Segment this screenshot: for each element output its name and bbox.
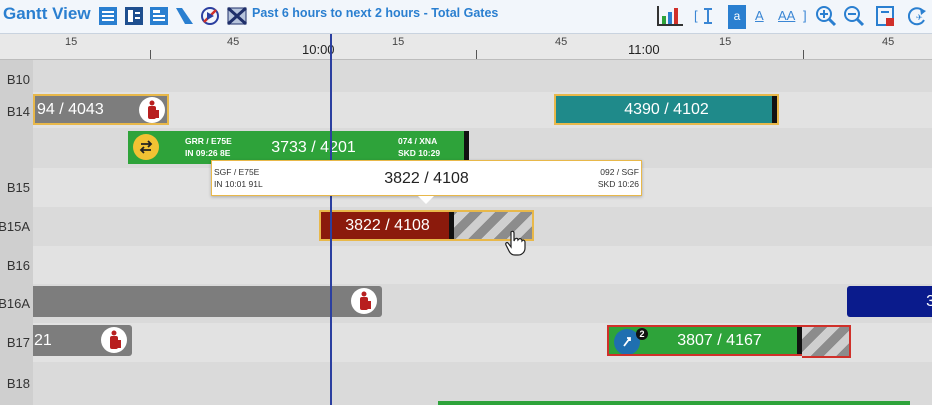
flight-label: 3807 / 4167 bbox=[677, 331, 762, 349]
flight-bar[interactable]: 3822 / 4108 bbox=[319, 210, 454, 241]
print-icon[interactable] bbox=[874, 5, 896, 27]
flight-label: 4390 / 4102 bbox=[624, 100, 709, 118]
list-view-icon[interactable] bbox=[97, 5, 119, 27]
tooltip-flight-label: 3822 / 4108 bbox=[384, 170, 469, 187]
flight-tooltip: SGF / E75E IN 10:01 91L 3822 / 4108 092 … bbox=[211, 160, 642, 196]
flight-label: 3822 / 4108 bbox=[345, 216, 430, 234]
connection-count-badge: 2 bbox=[636, 328, 648, 340]
ruler-tick bbox=[476, 50, 477, 59]
no-flight-icon[interactable] bbox=[199, 5, 221, 27]
text-size-large-button[interactable]: AA bbox=[778, 8, 795, 23]
bracket-close: ] bbox=[803, 8, 807, 23]
gate-label bbox=[0, 128, 33, 168]
ramp-icon[interactable] bbox=[173, 5, 195, 27]
gate-label: B16A bbox=[0, 284, 33, 323]
swap-icon bbox=[133, 134, 159, 160]
baggage-icon bbox=[351, 288, 377, 314]
text-cursor-icon[interactable] bbox=[700, 5, 716, 27]
zoom-out-icon[interactable] bbox=[843, 5, 865, 27]
hand-cursor-icon bbox=[504, 230, 526, 261]
current-time-line bbox=[330, 34, 332, 405]
bar-end-cap bbox=[772, 96, 777, 123]
ruler-tick bbox=[803, 50, 804, 59]
time-range-label[interactable]: Past 6 hours to next 2 hours - Total Gat… bbox=[252, 6, 498, 20]
gate-label: B15A bbox=[0, 207, 33, 246]
flight-bar[interactable]: 21 bbox=[33, 325, 132, 356]
gate-label: B17 bbox=[0, 323, 33, 362]
gate-label: B16 bbox=[0, 246, 33, 285]
flight-destination: 074 / XNA bbox=[398, 136, 438, 146]
ruler-label: 45 bbox=[882, 36, 895, 48]
ruler-label: 45 bbox=[227, 36, 240, 48]
flight-bar[interactable]: 4390 / 4102 bbox=[554, 94, 779, 125]
text-size-small-button[interactable]: a bbox=[728, 5, 746, 29]
ruler-label: 15 bbox=[392, 36, 405, 48]
ruler-label: 11:00 bbox=[628, 42, 660, 57]
gate-label: B15 bbox=[0, 168, 33, 207]
flight-bar[interactable]: 2 3807 / 4167 bbox=[607, 325, 802, 356]
ruler-label: 15 bbox=[65, 36, 78, 48]
turn-buffer-hatch bbox=[802, 325, 851, 358]
flight-bar[interactable]: 3 bbox=[847, 286, 932, 317]
svg-text:✈: ✈ bbox=[916, 13, 923, 22]
flight-label: 21 bbox=[34, 331, 52, 349]
flight-origin: GRR / E75E bbox=[185, 136, 232, 146]
baggage-icon bbox=[101, 327, 127, 353]
tooltip-skd-time: SKD 10:26 bbox=[597, 179, 639, 189]
gate-row: B16 bbox=[0, 246, 932, 285]
gate-label: B14 bbox=[0, 92, 33, 131]
flight-skd-time: SKD 10:29 bbox=[398, 148, 441, 158]
flight-label: 3733 / 4201 bbox=[271, 138, 356, 156]
gate-label: B18 bbox=[0, 362, 33, 405]
zoom-in-icon[interactable] bbox=[815, 5, 837, 27]
bar-chart-icon[interactable] bbox=[655, 5, 685, 27]
flight-label: 3 bbox=[926, 292, 932, 310]
page-title: Gantt View bbox=[3, 4, 91, 23]
tooltip-destination: 092 / SGF bbox=[600, 167, 639, 177]
flight-in-time: IN 09:26 8E bbox=[185, 148, 231, 158]
cross-map-icon[interactable] bbox=[226, 5, 248, 27]
refresh-icon[interactable]: ✈ bbox=[904, 5, 932, 27]
gate-row: B18 bbox=[0, 362, 932, 405]
toolbar: Gantt View Past 6 hours to next 2 hours … bbox=[0, 0, 932, 34]
flight-label: 94 / 4043 bbox=[37, 100, 104, 118]
time-ruler: 15 45 10:00 15 45 11:00 15 45 bbox=[0, 34, 932, 60]
flight-bar[interactable]: 94 / 4043 bbox=[33, 94, 169, 125]
detail-view-icon[interactable] bbox=[148, 5, 170, 27]
ruler-label: 45 bbox=[555, 36, 568, 48]
split-view-icon[interactable] bbox=[123, 5, 145, 27]
flight-bar[interactable] bbox=[438, 401, 910, 405]
bracket-open: [ bbox=[694, 8, 698, 23]
ruler-label: 15 bbox=[719, 36, 732, 48]
tooltip-arrow bbox=[418, 196, 434, 204]
text-size-medium-button[interactable]: A bbox=[755, 8, 764, 23]
ruler-tick bbox=[150, 50, 151, 59]
baggage-icon bbox=[139, 97, 165, 123]
